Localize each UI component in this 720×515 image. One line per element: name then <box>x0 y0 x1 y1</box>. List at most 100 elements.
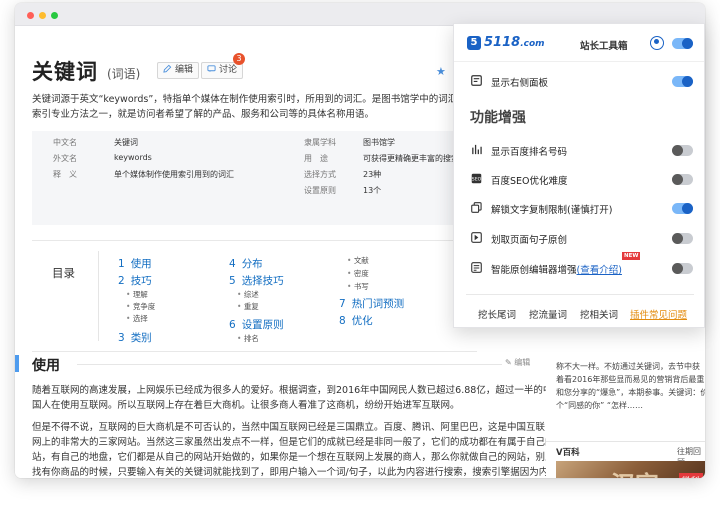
sidebar-text: 称不大一样。不妨通过关键词，去节中获 <box>556 362 700 371</box>
toc-item-principles[interactable]: 6 设置原则 <box>229 317 284 332</box>
page-title: 关键词 <box>32 60 98 84</box>
section-accent-bar <box>15 355 19 372</box>
show-sidebar-label: 显示右侧面板 <box>491 78 549 89</box>
sidebar-text: 和您分享的“爆急”，本期参事。关键词：价 <box>556 388 705 397</box>
pencil-icon <box>163 64 172 73</box>
toc-sub-item[interactable]: 竞争度 <box>126 301 156 312</box>
toc-sub-item[interactable]: 理解 <box>126 289 148 300</box>
feature-section-title: 功能增强 <box>470 110 526 126</box>
right-sidebar: 称不大一样。不妨通过关键词，去节中获 着看2016年那些显而易见的营销背后最重 … <box>546 351 705 478</box>
info-box: 中文名 关键词 外文名 keywords 释 义 单个媒体制作使用索引用到的词汇… <box>32 131 477 225</box>
paragraph-line: 但是不得不说，互联网的巨大商机是不可否认的，当然中国互联网已经是三国鼎立。百度、… <box>32 422 546 433</box>
paragraph-line: 国人在使用互联网。所以互联网上存在着巨大商机。让很多商人看准了这商机，纷纷开始进… <box>32 400 460 411</box>
info-value: 关键词 <box>114 138 138 147</box>
select-text-toggle[interactable] <box>672 233 693 244</box>
vbaike-title: V百科 <box>556 448 580 458</box>
ranking-icon <box>472 144 482 155</box>
toc-item-category[interactable]: 3 类别 <box>118 330 152 345</box>
intro-line-2: 索引专业方法之一，就是访问者希望了解的产品、服务和公司等的具体名称用语。 <box>32 109 375 120</box>
footer-link-faq[interactable]: 插件常见问题 <box>630 307 687 321</box>
section-title: 使用 <box>32 358 60 374</box>
popup-divider <box>466 294 694 295</box>
info-value-link[interactable]: 图书馆学 <box>363 137 395 148</box>
edit-button-label: 编辑 <box>175 65 194 75</box>
toolbox-logo: 5 5118.com <box>467 35 545 50</box>
vbaike-image[interactable]: 汉字 微科 <box>556 461 705 478</box>
editor-toggle[interactable] <box>672 263 693 274</box>
toc-sub-item[interactable]: 综述 <box>237 289 259 300</box>
feature-label: 显示百度排名号码 <box>491 147 568 158</box>
star-icon[interactable]: ★ <box>436 65 446 78</box>
edit-button[interactable]: 编辑 <box>157 62 200 79</box>
footer-link-traffic[interactable]: 挖流量词 <box>529 307 567 321</box>
toc-sub-item[interactable]: 文献 <box>347 255 369 266</box>
info-label: 设置原则 <box>304 186 336 195</box>
info-label: 用 途 <box>304 154 328 163</box>
paragraph-line: 站，有自己的地盘，它们都是从自己的网站开始做的，如果你是一个想在互联网上发展的商… <box>32 452 565 463</box>
toc-sub-item[interactable]: 重复 <box>237 301 259 312</box>
info-label: 隶属学科 <box>304 138 336 147</box>
seo-icon: SEO <box>471 173 482 184</box>
copy-icon <box>471 202 482 213</box>
toc-item-tips[interactable]: 2 技巧 <box>118 273 152 288</box>
toc-divider <box>98 251 99 341</box>
ranking-toggle[interactable] <box>672 145 693 156</box>
new-badge: NEW <box>622 252 641 260</box>
unlock-copy-toggle[interactable] <box>672 203 693 214</box>
toc-item-use[interactable]: 1 使用 <box>118 256 152 271</box>
user-icon[interactable] <box>650 36 664 50</box>
toc-sub-item[interactable]: 选择 <box>126 313 148 324</box>
footer-link-related[interactable]: 挖相关词 <box>580 307 618 321</box>
info-label: 中文名 <box>53 138 77 147</box>
sidebar-text: 个“同感的你” “怎样…… <box>556 401 643 410</box>
close-window-button[interactable] <box>27 12 34 19</box>
intro-line-1: 关键词源于英文“keywords”，特指单个媒体在制作使用索引时，所用到的词汇。… <box>32 94 477 105</box>
master-toggle[interactable] <box>672 38 693 49</box>
feature-label: 百度SEO优化难度 <box>491 176 568 187</box>
info-label: 释 义 <box>53 170 77 179</box>
editor-icon <box>471 262 482 273</box>
chat-icon <box>207 65 216 73</box>
discuss-button-label: 讨论 <box>219 65 238 75</box>
feature-label: 解锁文字复制限制(谨慎打开) <box>491 205 613 216</box>
show-sidebar-toggle[interactable] <box>672 76 693 87</box>
toc-item-distribution[interactable]: 4 分布 <box>229 256 263 271</box>
table-of-contents: 目录 1使用 2技巧 理解 竞争度 选择 3类别 4分布 5选择技巧 综述 重复… <box>32 240 477 352</box>
info-value: 13个 <box>363 186 382 195</box>
view-intro-link[interactable]: (查看介绍) <box>577 265 622 276</box>
footer-link-longtail[interactable]: 挖长尾词 <box>478 307 516 321</box>
sidebar-text: 着看2016年那些显而易见的营销背后最重 <box>556 375 705 384</box>
minimize-window-button[interactable] <box>39 12 46 19</box>
toc-title: 目录 <box>52 266 75 280</box>
info-value: 单个媒体制作使用索引用到的词汇 <box>114 170 234 179</box>
paragraph-line: 网上的非常大的三家网站。当然这三家虽然出发点不一样，但是它们的成就已经是非同一般… <box>32 437 565 448</box>
seo-toolbox-popup: 5 5118.com 站长工具箱 显示右侧面板 功能增强 显示百度排名号码 SEO… <box>453 23 705 328</box>
svg-text:SEO: SEO <box>472 177 482 183</box>
toc-item-hot-words[interactable]: 7 热门词预测 <box>339 296 404 311</box>
toc-sub-item[interactable]: 书写 <box>347 281 369 292</box>
logo-mark-icon: 5 <box>467 36 481 50</box>
vbaike-image-text: 汉字 <box>611 465 659 478</box>
toc-sub-item[interactable]: 排名 <box>237 333 259 344</box>
section-edit-link[interactable]: ✎ 编辑 <box>505 357 530 368</box>
feature-label: 划取页面句子原创 <box>491 235 568 246</box>
toc-sub-item[interactable]: 密度 <box>347 268 369 279</box>
info-label: 选择方式 <box>304 170 336 179</box>
select-text-icon <box>471 232 482 243</box>
toc-item-select-tips[interactable]: 5 选择技巧 <box>229 273 284 288</box>
paragraph-line: 找有你商品的时候，只要输入有关的关键词就能找到了，即用户输入一个词/句子，以此为… <box>32 467 568 478</box>
page-title-sub: (词语) <box>107 67 141 81</box>
section-divider <box>77 364 502 365</box>
panel-icon <box>471 75 482 86</box>
info-value-link[interactable]: keywords <box>114 153 152 162</box>
paragraph-line: 随着互联网的高速发展，上网娱乐已经成为很多人的爱好。根据调查，到2016年中国网… <box>32 385 553 396</box>
maximize-window-button[interactable] <box>51 12 58 19</box>
toolbox-name: 站长工具箱 <box>580 41 628 52</box>
feature-label: 智能原创编辑器增强(查看介绍) <box>491 265 622 276</box>
seo-difficulty-toggle[interactable] <box>672 174 693 185</box>
info-value: 23种 <box>363 170 382 179</box>
info-label: 外文名 <box>53 154 77 163</box>
toc-item-optimize[interactable]: 8 优化 <box>339 313 373 328</box>
discuss-count-badge: 3 <box>233 53 245 65</box>
popup-header: 5 5118.com 站长工具箱 <box>454 24 704 62</box>
